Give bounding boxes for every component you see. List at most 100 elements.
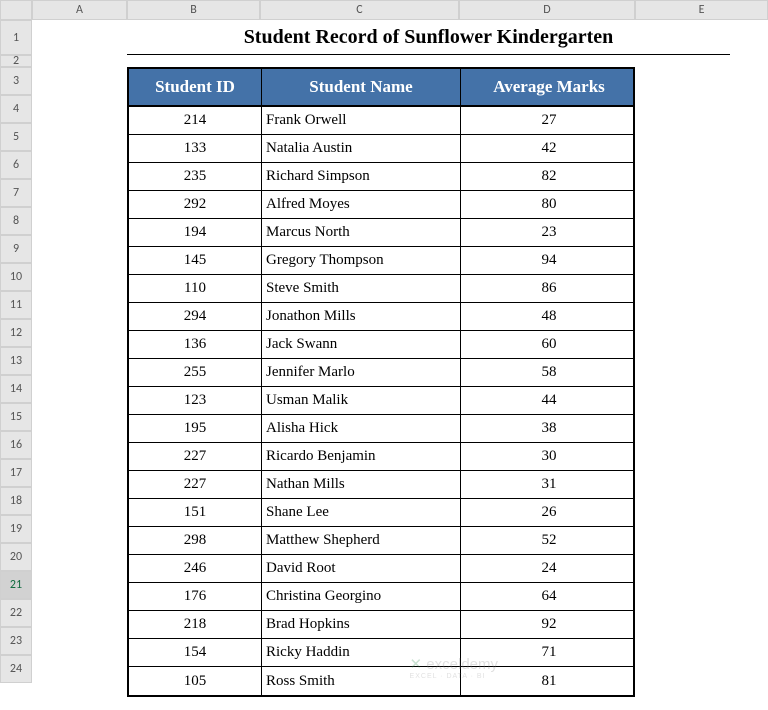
cell-student-id[interactable]: 255 <box>129 359 262 386</box>
table-row: 195Alisha Hick38 <box>129 415 633 443</box>
cell-student-name[interactable]: Steve Smith <box>262 275 461 302</box>
row-header-14[interactable]: 14 <box>0 375 32 403</box>
cell-student-name[interactable]: Jack Swann <box>262 331 461 358</box>
cell-student-id[interactable]: 218 <box>129 611 262 638</box>
col-header-e[interactable]: E <box>635 0 768 20</box>
cell-student-name[interactable]: Usman Malik <box>262 387 461 414</box>
header-student-id[interactable]: Student ID <box>129 69 262 105</box>
row-header-6[interactable]: 6 <box>0 151 32 179</box>
row-header-19[interactable]: 19 <box>0 515 32 543</box>
row-header-16[interactable]: 16 <box>0 431 32 459</box>
cell-student-name[interactable]: Richard Simpson <box>262 163 461 190</box>
row-header-1[interactable]: 1 <box>0 20 32 55</box>
cell-average-marks[interactable]: 58 <box>461 359 637 386</box>
table-row: 218Brad Hopkins92 <box>129 611 633 639</box>
cell-student-name[interactable]: Alfred Moyes <box>262 191 461 218</box>
col-header-b[interactable]: B <box>127 0 260 20</box>
row-header-20[interactable]: 20 <box>0 543 32 571</box>
cell-student-id[interactable]: 105 <box>129 667 262 695</box>
row-header-4[interactable]: 4 <box>0 95 32 123</box>
cell-student-id[interactable]: 136 <box>129 331 262 358</box>
row-header-17[interactable]: 17 <box>0 459 32 487</box>
cell-student-name[interactable]: Ricardo Benjamin <box>262 443 461 470</box>
cell-average-marks[interactable]: 82 <box>461 163 637 190</box>
row-header-21[interactable]: 21 <box>0 571 32 599</box>
row-header-7[interactable]: 7 <box>0 179 32 207</box>
cell-student-name[interactable]: Nathan Mills <box>262 471 461 498</box>
row-header-12[interactable]: 12 <box>0 319 32 347</box>
cell-student-id[interactable]: 294 <box>129 303 262 330</box>
cell-average-marks[interactable]: 44 <box>461 387 637 414</box>
cell-student-name[interactable]: Ross Smith <box>262 667 461 695</box>
cell-student-id[interactable]: 194 <box>129 219 262 246</box>
cell-student-id[interactable]: 227 <box>129 443 262 470</box>
cell-student-name[interactable]: Matthew Shepherd <box>262 527 461 554</box>
row-header-8[interactable]: 8 <box>0 207 32 235</box>
row-header-15[interactable]: 15 <box>0 403 32 431</box>
header-average-marks[interactable]: Average Marks <box>461 69 637 105</box>
cell-average-marks[interactable]: 60 <box>461 331 637 358</box>
cell-student-id[interactable]: 145 <box>129 247 262 274</box>
header-student-name[interactable]: Student Name <box>262 69 461 105</box>
cell-student-name[interactable]: Natalia Austin <box>262 135 461 162</box>
row-header-23[interactable]: 23 <box>0 627 32 655</box>
cell-student-name[interactable]: Shane Lee <box>262 499 461 526</box>
cell-average-marks[interactable]: 30 <box>461 443 637 470</box>
cell-average-marks[interactable]: 81 <box>461 667 637 695</box>
cell-average-marks[interactable]: 64 <box>461 583 637 610</box>
col-header-a[interactable]: A <box>32 0 127 20</box>
row-header-5[interactable]: 5 <box>0 123 32 151</box>
cell-student-id[interactable]: 214 <box>129 107 262 134</box>
cell-average-marks[interactable]: 86 <box>461 275 637 302</box>
cell-average-marks[interactable]: 31 <box>461 471 637 498</box>
cell-student-id[interactable]: 246 <box>129 555 262 582</box>
page-title[interactable]: Student Record of Sunflower Kindergarten <box>127 20 730 55</box>
cell-student-name[interactable]: Brad Hopkins <box>262 611 461 638</box>
table-row: 123Usman Malik44 <box>129 387 633 415</box>
cell-average-marks[interactable]: 42 <box>461 135 637 162</box>
corner-cell[interactable] <box>0 0 32 20</box>
row-header-11[interactable]: 11 <box>0 291 32 319</box>
cell-student-id[interactable]: 133 <box>129 135 262 162</box>
cell-student-name[interactable]: Gregory Thompson <box>262 247 461 274</box>
cell-student-name[interactable]: Frank Orwell <box>262 107 461 134</box>
cell-average-marks[interactable]: 71 <box>461 639 637 666</box>
row-header-18[interactable]: 18 <box>0 487 32 515</box>
cell-student-name[interactable]: David Root <box>262 555 461 582</box>
cell-average-marks[interactable]: 26 <box>461 499 637 526</box>
cell-average-marks[interactable]: 23 <box>461 219 637 246</box>
cell-student-id[interactable]: 195 <box>129 415 262 442</box>
cell-average-marks[interactable]: 38 <box>461 415 637 442</box>
col-header-d[interactable]: D <box>459 0 635 20</box>
cell-average-marks[interactable]: 48 <box>461 303 637 330</box>
cell-student-name[interactable]: Christina Georgino <box>262 583 461 610</box>
cell-student-id[interactable]: 151 <box>129 499 262 526</box>
cell-average-marks[interactable]: 27 <box>461 107 637 134</box>
cell-average-marks[interactable]: 80 <box>461 191 637 218</box>
row-header-3[interactable]: 3 <box>0 67 32 95</box>
cell-student-id[interactable]: 292 <box>129 191 262 218</box>
row-header-9[interactable]: 9 <box>0 235 32 263</box>
cell-student-name[interactable]: Jennifer Marlo <box>262 359 461 386</box>
cell-student-id[interactable]: 298 <box>129 527 262 554</box>
cell-student-id[interactable]: 235 <box>129 163 262 190</box>
cell-average-marks[interactable]: 52 <box>461 527 637 554</box>
cell-student-name[interactable]: Alisha Hick <box>262 415 461 442</box>
col-header-c[interactable]: C <box>260 0 459 20</box>
cell-student-name[interactable]: Ricky Haddin <box>262 639 461 666</box>
row-header-2[interactable]: 2 <box>0 55 32 67</box>
cell-average-marks[interactable]: 24 <box>461 555 637 582</box>
cell-student-id[interactable]: 227 <box>129 471 262 498</box>
cell-student-id[interactable]: 154 <box>129 639 262 666</box>
cell-student-id[interactable]: 110 <box>129 275 262 302</box>
row-header-24[interactable]: 24 <box>0 655 32 683</box>
cell-student-id[interactable]: 123 <box>129 387 262 414</box>
cell-student-name[interactable]: Jonathon Mills <box>262 303 461 330</box>
cell-average-marks[interactable]: 94 <box>461 247 637 274</box>
row-header-22[interactable]: 22 <box>0 599 32 627</box>
cell-student-name[interactable]: Marcus North <box>262 219 461 246</box>
row-header-13[interactable]: 13 <box>0 347 32 375</box>
cell-student-id[interactable]: 176 <box>129 583 262 610</box>
row-header-10[interactable]: 10 <box>0 263 32 291</box>
cell-average-marks[interactable]: 92 <box>461 611 637 638</box>
